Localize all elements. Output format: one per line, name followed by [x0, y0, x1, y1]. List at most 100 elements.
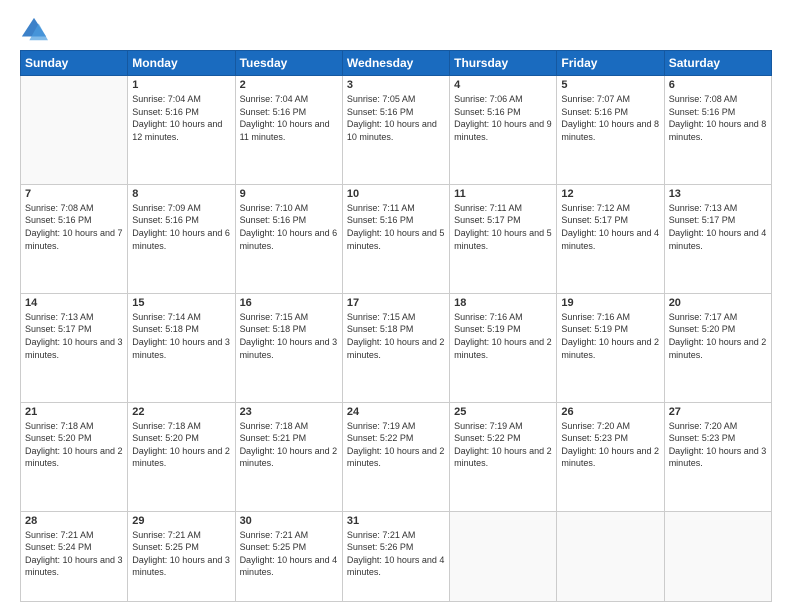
day-number: 4: [454, 79, 552, 91]
day-info: Sunrise: 7:21 AMSunset: 5:24 PMDaylight:…: [25, 529, 123, 579]
calendar-cell: [664, 511, 771, 601]
day-number: 20: [669, 297, 767, 309]
calendar-cell: 25 Sunrise: 7:19 AMSunset: 5:22 PMDayligh…: [450, 402, 557, 511]
calendar-cell: 16 Sunrise: 7:15 AMSunset: 5:18 PMDayligh…: [235, 293, 342, 402]
day-info: Sunrise: 7:05 AMSunset: 5:16 PMDaylight:…: [347, 93, 445, 143]
day-info: Sunrise: 7:11 AMSunset: 5:17 PMDaylight:…: [454, 202, 552, 252]
day-info: Sunrise: 7:15 AMSunset: 5:18 PMDaylight:…: [240, 311, 338, 361]
calendar-cell: 5 Sunrise: 7:07 AMSunset: 5:16 PMDaylight…: [557, 76, 664, 185]
day-info: Sunrise: 7:08 AMSunset: 5:16 PMDaylight:…: [669, 93, 767, 143]
calendar-cell: [21, 76, 128, 185]
day-info: Sunrise: 7:21 AMSunset: 5:25 PMDaylight:…: [132, 529, 230, 579]
day-info: Sunrise: 7:14 AMSunset: 5:18 PMDaylight:…: [132, 311, 230, 361]
day-number: 12: [561, 188, 659, 200]
calendar-cell: 14Sunrise: 7:13 AMSunset: 5:17 PMDayligh…: [21, 293, 128, 402]
day-number: 24: [347, 406, 445, 418]
day-header-saturday: Saturday: [664, 51, 771, 76]
day-number: 9: [240, 188, 338, 200]
calendar-cell: 4 Sunrise: 7:06 AMSunset: 5:16 PMDaylight…: [450, 76, 557, 185]
calendar-cell: 26 Sunrise: 7:20 AMSunset: 5:23 PMDayligh…: [557, 402, 664, 511]
calendar-cell: 6Sunrise: 7:08 AMSunset: 5:16 PMDaylight…: [664, 76, 771, 185]
day-info: Sunrise: 7:19 AMSunset: 5:22 PMDaylight:…: [454, 420, 552, 470]
day-number: 5: [561, 79, 659, 91]
calendar-cell: 29Sunrise: 7:21 AMSunset: 5:25 PMDayligh…: [128, 511, 235, 601]
day-number: 1: [132, 79, 230, 91]
day-info: Sunrise: 7:09 AMSunset: 5:16 PMDaylight:…: [132, 202, 230, 252]
day-header-sunday: Sunday: [21, 51, 128, 76]
calendar-week-4: 28 Sunrise: 7:21 AMSunset: 5:24 PMDayligh…: [21, 511, 772, 601]
calendar-cell: [450, 511, 557, 601]
day-number: 16: [240, 297, 338, 309]
calendar-cell: 22Sunrise: 7:18 AMSunset: 5:20 PMDayligh…: [128, 402, 235, 511]
day-number: 19: [561, 297, 659, 309]
day-info: Sunrise: 7:18 AMSunset: 5:21 PMDaylight:…: [240, 420, 338, 470]
day-number: 7: [25, 188, 123, 200]
day-number: 8: [132, 188, 230, 200]
calendar-week-2: 14Sunrise: 7:13 AMSunset: 5:17 PMDayligh…: [21, 293, 772, 402]
calendar-cell: 30 Sunrise: 7:21 AMSunset: 5:25 PMDayligh…: [235, 511, 342, 601]
day-number: 23: [240, 406, 338, 418]
day-number: 3: [347, 79, 445, 91]
calendar-cell: 3 Sunrise: 7:05 AMSunset: 5:16 PMDaylight…: [342, 76, 449, 185]
day-info: Sunrise: 7:21 AMSunset: 5:26 PMDaylight:…: [347, 529, 445, 579]
calendar-table: SundayMondayTuesdayWednesdayThursdayFrid…: [20, 50, 772, 602]
calendar-week-3: 21 Sunrise: 7:18 AMSunset: 5:20 PMDayligh…: [21, 402, 772, 511]
calendar-cell: 31Sunrise: 7:21 AMSunset: 5:26 PMDayligh…: [342, 511, 449, 601]
calendar-cell: 28 Sunrise: 7:21 AMSunset: 5:24 PMDayligh…: [21, 511, 128, 601]
calendar-cell: 20 Sunrise: 7:17 AMSunset: 5:20 PMDayligh…: [664, 293, 771, 402]
day-header-monday: Monday: [128, 51, 235, 76]
day-info: Sunrise: 7:15 AMSunset: 5:18 PMDaylight:…: [347, 311, 445, 361]
calendar-cell: 9 Sunrise: 7:10 AMSunset: 5:16 PMDaylight…: [235, 184, 342, 293]
calendar-cell: [557, 511, 664, 601]
page: SundayMondayTuesdayWednesdayThursdayFrid…: [0, 0, 792, 612]
day-number: 17: [347, 297, 445, 309]
day-info: Sunrise: 7:12 AMSunset: 5:17 PMDaylight:…: [561, 202, 659, 252]
day-number: 21: [25, 406, 123, 418]
day-number: 18: [454, 297, 552, 309]
day-number: 28: [25, 515, 123, 527]
day-info: Sunrise: 7:11 AMSunset: 5:16 PMDaylight:…: [347, 202, 445, 252]
day-info: Sunrise: 7:20 AMSunset: 5:23 PMDaylight:…: [669, 420, 767, 470]
calendar-week-0: 1 Sunrise: 7:04 AMSunset: 5:16 PMDaylight…: [21, 76, 772, 185]
day-number: 25: [454, 406, 552, 418]
day-info: Sunrise: 7:17 AMSunset: 5:20 PMDaylight:…: [669, 311, 767, 361]
day-info: Sunrise: 7:20 AMSunset: 5:23 PMDaylight:…: [561, 420, 659, 470]
calendar-cell: 24 Sunrise: 7:19 AMSunset: 5:22 PMDayligh…: [342, 402, 449, 511]
calendar-cell: 1 Sunrise: 7:04 AMSunset: 5:16 PMDaylight…: [128, 76, 235, 185]
day-number: 11: [454, 188, 552, 200]
day-info: Sunrise: 7:04 AMSunset: 5:16 PMDaylight:…: [240, 93, 338, 143]
day-info: Sunrise: 7:04 AMSunset: 5:16 PMDaylight:…: [132, 93, 230, 143]
day-info: Sunrise: 7:16 AMSunset: 5:19 PMDaylight:…: [454, 311, 552, 361]
day-number: 26: [561, 406, 659, 418]
day-number: 10: [347, 188, 445, 200]
day-header-wednesday: Wednesday: [342, 51, 449, 76]
day-number: 15: [132, 297, 230, 309]
calendar-cell: 18 Sunrise: 7:16 AMSunset: 5:19 PMDayligh…: [450, 293, 557, 402]
day-info: Sunrise: 7:06 AMSunset: 5:16 PMDaylight:…: [454, 93, 552, 143]
day-header-thursday: Thursday: [450, 51, 557, 76]
day-info: Sunrise: 7:08 AMSunset: 5:16 PMDaylight:…: [25, 202, 123, 252]
day-info: Sunrise: 7:18 AMSunset: 5:20 PMDaylight:…: [25, 420, 123, 470]
calendar-cell: 27 Sunrise: 7:20 AMSunset: 5:23 PMDayligh…: [664, 402, 771, 511]
day-info: Sunrise: 7:16 AMSunset: 5:19 PMDaylight:…: [561, 311, 659, 361]
day-number: 22: [132, 406, 230, 418]
day-number: 13: [669, 188, 767, 200]
calendar-cell: 7 Sunrise: 7:08 AMSunset: 5:16 PMDaylight…: [21, 184, 128, 293]
calendar-header-row: SundayMondayTuesdayWednesdayThursdayFrid…: [21, 51, 772, 76]
day-info: Sunrise: 7:21 AMSunset: 5:25 PMDaylight:…: [240, 529, 338, 579]
day-number: 30: [240, 515, 338, 527]
day-info: Sunrise: 7:07 AMSunset: 5:16 PMDaylight:…: [561, 93, 659, 143]
logo-icon: [20, 16, 48, 44]
calendar-cell: 11 Sunrise: 7:11 AMSunset: 5:17 PMDayligh…: [450, 184, 557, 293]
day-number: 2: [240, 79, 338, 91]
logo: [20, 16, 52, 44]
calendar-cell: 13 Sunrise: 7:13 AMSunset: 5:17 PMDayligh…: [664, 184, 771, 293]
calendar-cell: 12 Sunrise: 7:12 AMSunset: 5:17 PMDayligh…: [557, 184, 664, 293]
day-info: Sunrise: 7:13 AMSunset: 5:17 PMDaylight:…: [669, 202, 767, 252]
day-info: Sunrise: 7:10 AMSunset: 5:16 PMDaylight:…: [240, 202, 338, 252]
day-info: Sunrise: 7:19 AMSunset: 5:22 PMDaylight:…: [347, 420, 445, 470]
calendar-cell: 2 Sunrise: 7:04 AMSunset: 5:16 PMDaylight…: [235, 76, 342, 185]
calendar-cell: 8 Sunrise: 7:09 AMSunset: 5:16 PMDaylight…: [128, 184, 235, 293]
day-number: 27: [669, 406, 767, 418]
calendar-cell: 23 Sunrise: 7:18 AMSunset: 5:21 PMDayligh…: [235, 402, 342, 511]
